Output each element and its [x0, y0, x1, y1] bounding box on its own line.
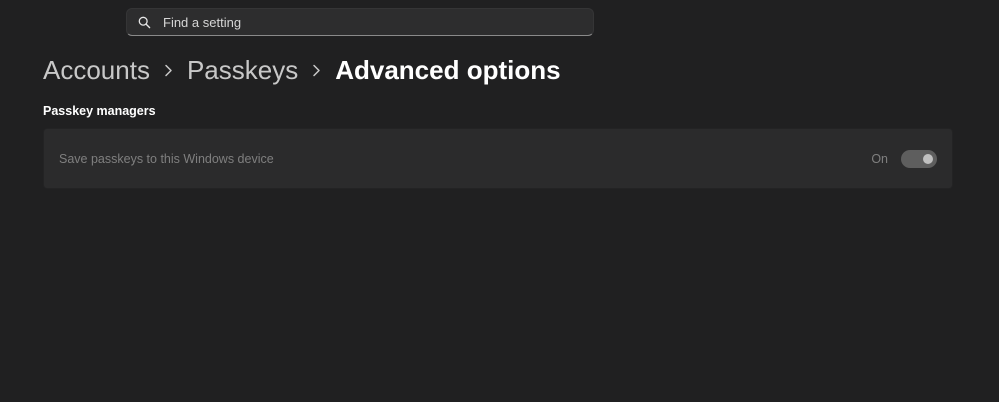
toggle-state-label: On	[871, 151, 888, 166]
setting-label: Save passkeys to this Windows device	[59, 151, 274, 166]
search-box[interactable]	[126, 8, 594, 36]
toggle-knob	[923, 153, 933, 164]
chevron-right-icon	[150, 60, 187, 80]
breadcrumb-accounts-link[interactable]: Accounts	[43, 55, 150, 86]
setting-card-save-passkeys: Save passkeys to this Windows device On	[43, 128, 953, 189]
breadcrumb-passkeys-link[interactable]: Passkeys	[187, 55, 298, 86]
section-title: Passkey managers	[43, 104, 156, 118]
search-input[interactable]	[163, 14, 593, 30]
toggle-group: On	[871, 149, 937, 168]
breadcrumb: Accounts Passkeys Advanced options	[43, 52, 561, 88]
page-title: Advanced options	[335, 54, 561, 85]
chevron-right-icon	[298, 60, 335, 80]
save-passkeys-toggle[interactable]	[901, 149, 937, 168]
search-icon	[137, 15, 151, 29]
